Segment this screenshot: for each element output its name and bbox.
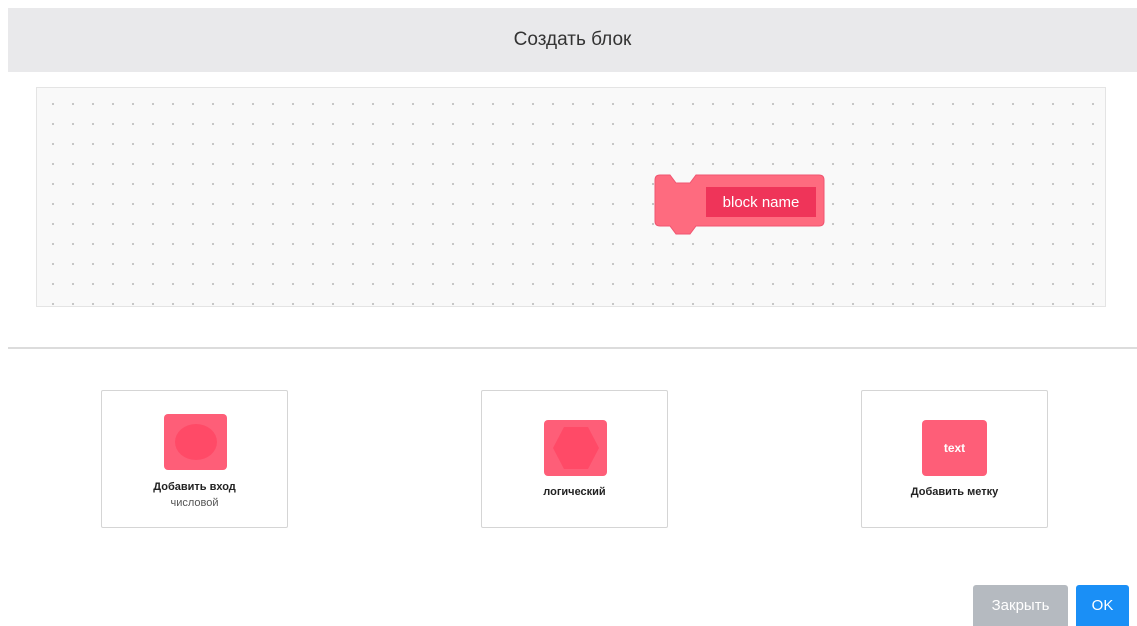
option-label: Добавить вход	[153, 481, 236, 493]
oval-icon	[164, 414, 227, 470]
dialog-title: Создать блок	[513, 29, 632, 50]
dialog-header: Создать блок	[8, 8, 1137, 72]
block-workspace[interactable]: block name	[36, 87, 1106, 307]
custom-block[interactable]: block name	[654, 174, 825, 240]
divider	[8, 347, 1137, 349]
option-sublabel: числовой	[170, 497, 219, 509]
option-label: Добавить метку	[910, 486, 999, 498]
add-numeric-input-option[interactable]: Добавить вход числовой	[101, 390, 288, 528]
create-block-dialog: Создать блок block name Добавить вход чи…	[0, 0, 1137, 626]
text-icon: text	[922, 420, 987, 476]
close-button[interactable]: Закрыть	[973, 585, 1068, 626]
ok-button[interactable]: OK	[1076, 585, 1129, 626]
block-name-field[interactable]: block name	[706, 187, 816, 217]
add-boolean-input-option[interactable]: логический	[481, 390, 668, 528]
add-label-option[interactable]: text Добавить метку	[861, 390, 1048, 528]
option-label: логический	[543, 486, 606, 498]
diamond-icon	[544, 420, 607, 476]
